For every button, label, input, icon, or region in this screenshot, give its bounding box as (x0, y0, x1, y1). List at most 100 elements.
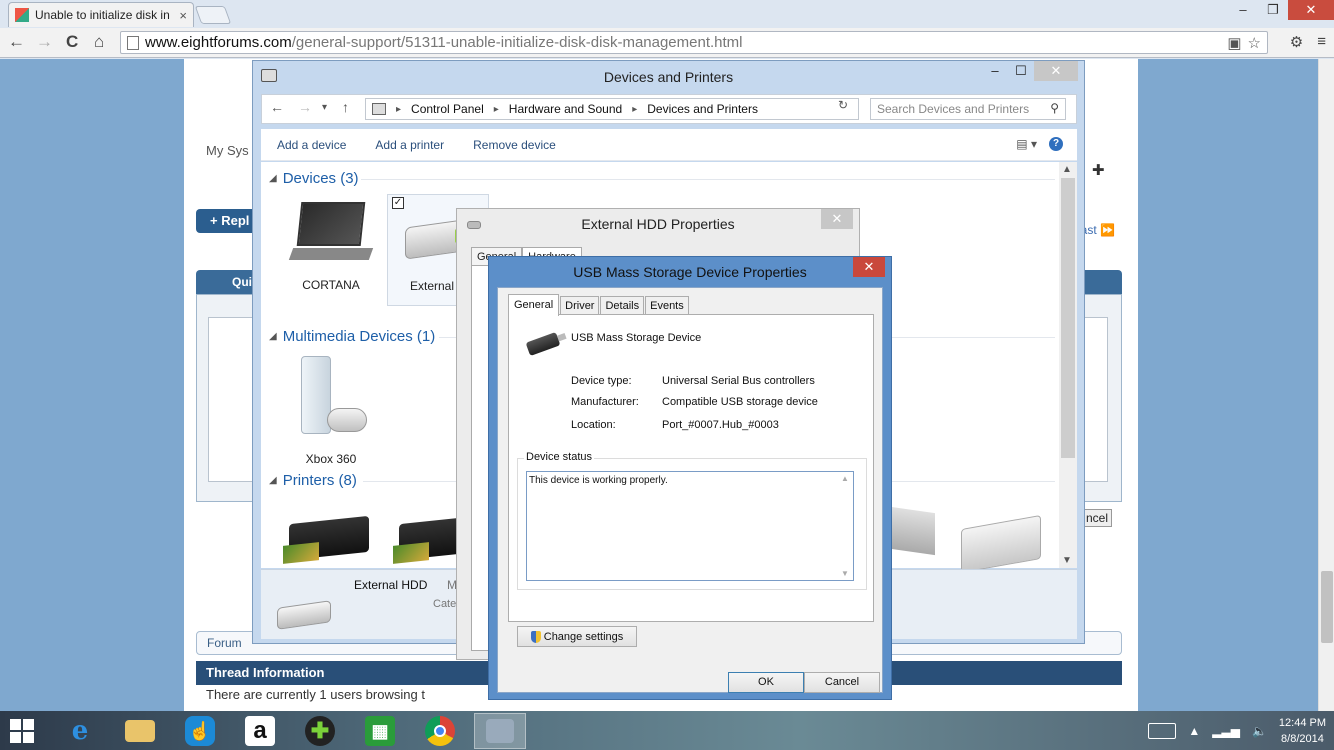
explorer-address-bar[interactable]: ▸ Control Panel ▸ Hardware and Sound ▸ D… (365, 98, 859, 120)
menu-icon[interactable]: ≡ (1317, 33, 1326, 51)
tab-close-icon[interactable]: × (179, 8, 187, 23)
scroll-up-arrow-icon[interactable]: ▲ (1062, 164, 1072, 175)
eightforums-favicon-icon (15, 8, 29, 22)
device-status-textbox[interactable]: This device is working properly. ▲ ▼ (526, 471, 854, 581)
devices-close-button[interactable]: ✕ (1034, 61, 1078, 81)
external-hdd-titlebar[interactable]: External HDD Properties ✕ (457, 209, 859, 239)
settings-extension-icon[interactable]: ⚙ (1290, 33, 1303, 51)
laptop-icon (288, 202, 374, 270)
devices-titlebar[interactable]: Devices and Printers – ☐ ✕ (253, 61, 1084, 91)
external-hdd-close-button[interactable]: ✕ (821, 209, 853, 229)
back-button[interactable]: ← (8, 32, 25, 52)
control-panel-icon (372, 103, 386, 115)
devices-search-input[interactable]: Search Devices and Printers ⚲ (870, 98, 1066, 120)
breadcrumb-control-panel[interactable]: Control Panel (411, 102, 484, 116)
address-bar[interactable]: www.eightforums.com /general-support/513… (120, 31, 1268, 54)
browser-close-button[interactable]: ✕ (1288, 0, 1334, 20)
reload-button[interactable]: C (66, 32, 78, 52)
add-printer-button[interactable]: Add a printer (375, 138, 444, 152)
usb-close-button[interactable]: ✕ (853, 257, 885, 277)
ok-button[interactable]: OK (728, 672, 804, 693)
group-printers-label: Printers (8) (282, 472, 357, 489)
taskbar-file-explorer[interactable] (114, 713, 166, 749)
status-scrollbar[interactable]: ▲ ▼ (839, 474, 851, 578)
xbox-console-icon (291, 356, 371, 446)
tab-details[interactable]: Details (600, 296, 645, 315)
remove-device-button[interactable]: Remove device (473, 138, 556, 152)
up-button[interactable]: ↑ (342, 99, 349, 115)
usb-device-icon (525, 331, 561, 357)
printer-icon[interactable] (283, 514, 375, 574)
network-signal-icon[interactable]: ▂▃▅ (1212, 724, 1240, 738)
browser-scrollbar[interactable] (1318, 59, 1334, 711)
search-icon[interactable]: ⚲ (1050, 101, 1059, 115)
explorer-forward-button[interactable]: → (298, 99, 312, 115)
taskbar-plus-app[interactable]: ✚ (294, 713, 346, 749)
tray-overflow-icon[interactable]: ▲ (1188, 724, 1200, 738)
tab-title: Unable to initialize disk in (35, 8, 170, 22)
devices-maximize-button[interactable]: ☐ (1008, 61, 1034, 81)
tab-strip: Unable to initialize disk in × – ❐ ✕ (0, 0, 1334, 28)
extension-icon[interactable]: ▣ (1227, 34, 1241, 52)
scroll-down-arrow-icon[interactable]: ▼ (1062, 555, 1072, 566)
scroll-down-arrow-icon[interactable]: ▼ (841, 569, 849, 578)
browser-tab-active[interactable]: Unable to initialize disk in × (8, 2, 194, 27)
browser-window-controls: – ❐ ✕ (1228, 0, 1334, 20)
device-status-text: This device is working properly. (529, 475, 668, 486)
url-domain: www.eightforums.com (145, 34, 292, 51)
tab-general[interactable]: General (508, 294, 560, 316)
printer-icon[interactable] (891, 506, 935, 556)
explorer-back-button[interactable]: ← (270, 99, 284, 115)
forward-button[interactable]: → (36, 32, 53, 52)
bookmark-star-icon[interactable]: ☆ (1248, 34, 1261, 52)
taskbar-amazon[interactable]: a (234, 713, 286, 749)
device-type-label: Device type: (571, 375, 632, 387)
group-devices[interactable]: ◢ Devices (3) (269, 170, 359, 187)
device-cortana[interactable]: CORTANA (281, 202, 381, 292)
breadcrumb-forum-link[interactable]: Forum (207, 636, 242, 650)
group-multimedia[interactable]: ◢ Multimedia Devices (1) (269, 328, 435, 345)
devices-scrollbar[interactable]: ▲ ▼ (1059, 162, 1077, 568)
usb-titlebar[interactable]: USB Mass Storage Device Properties ✕ (489, 257, 891, 287)
new-tab-button[interactable] (194, 6, 232, 24)
scroll-up-arrow-icon[interactable]: ▲ (841, 474, 849, 483)
group-printers[interactable]: ◢ Printers (8) (269, 472, 357, 489)
touch-keyboard-icon[interactable] (1148, 722, 1177, 739)
home-button[interactable]: ⌂ (94, 32, 104, 52)
change-view-icon[interactable]: ▤ ▾ (1016, 137, 1037, 151)
browser-minimize-button[interactable]: – (1228, 0, 1258, 20)
breadcrumb-separator: ▸ (493, 103, 499, 115)
tab-events[interactable]: Events (645, 296, 689, 315)
taskbar-chrome[interactable] (414, 713, 466, 749)
location-label: Location: (571, 419, 616, 431)
device-status-legend: Device status (524, 451, 595, 463)
devices-scrollbar-thumb[interactable] (1061, 178, 1075, 458)
volume-icon[interactable]: 🔈 (1252, 724, 1267, 738)
devices-minimize-button[interactable]: – (982, 61, 1008, 81)
search-placeholder: Search Devices and Printers (877, 102, 1030, 116)
browser-scrollbar-thumb[interactable] (1321, 571, 1333, 643)
taskbar-internet-explorer[interactable]: e (54, 713, 106, 749)
my-system-label[interactable]: My Sys (206, 143, 249, 158)
devices-address-row: ← → ▾ ↑ ▸ Control Panel ▸ Hardware and S… (261, 94, 1077, 124)
tab-driver[interactable]: Driver (560, 296, 600, 315)
device-xbox-360[interactable]: Xbox 360 (281, 356, 381, 466)
printer-icon[interactable] (961, 514, 1041, 574)
taskbar-touch-app[interactable]: ☝ (174, 713, 226, 749)
breadcrumb-hardware-sound[interactable]: Hardware and Sound (509, 102, 622, 116)
cancel-button[interactable]: ncel (1082, 509, 1112, 527)
change-settings-button[interactable]: Change settings (517, 626, 637, 647)
cancel-button[interactable]: Cancel (804, 672, 880, 693)
taskbar-store[interactable]: ▦ (354, 713, 406, 749)
refresh-icon[interactable]: ↻ (838, 98, 848, 112)
help-icon[interactable]: ? (1049, 137, 1063, 151)
start-button[interactable] (10, 719, 36, 743)
quote-post-icon[interactable]: ✚ (1092, 161, 1105, 179)
usb-tabs: General Driver Details Events (508, 294, 690, 316)
browser-restore-button[interactable]: ❐ (1258, 0, 1288, 20)
add-device-button[interactable]: Add a device (277, 138, 346, 152)
system-clock[interactable]: 12:44 PM 8/8/2014 (1279, 715, 1326, 747)
recent-locations-button[interactable]: ▾ (322, 102, 327, 113)
breadcrumb-devices-printers[interactable]: Devices and Printers (647, 102, 758, 116)
taskbar-devices-printers[interactable] (474, 713, 526, 749)
